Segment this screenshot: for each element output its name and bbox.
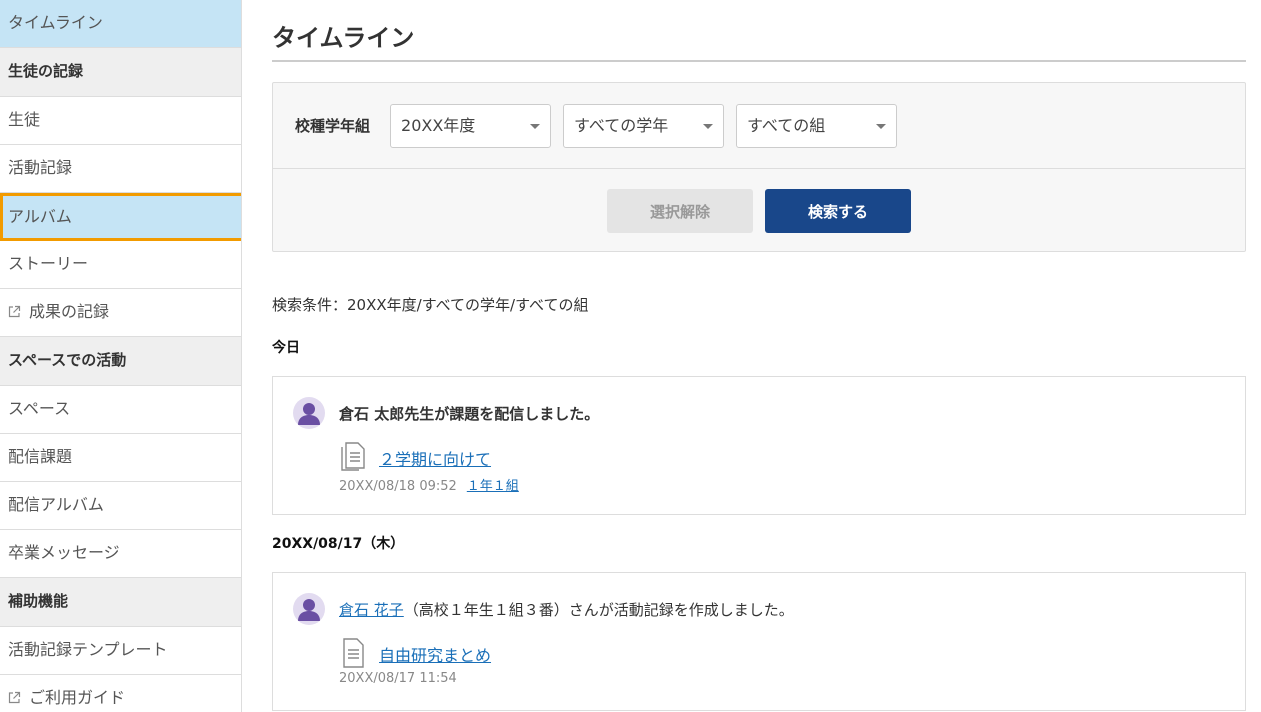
sidebar-item-label: 活動記録	[8, 158, 73, 177]
sidebar-item-graduation-message[interactable]: 卒業メッセージ	[0, 530, 241, 578]
sidebar-item-label: ストーリー	[8, 254, 89, 273]
sidebar-item-timeline[interactable]: タイムライン	[0, 0, 241, 48]
class-select-value: すべての組	[747, 115, 826, 135]
activity-record-link[interactable]: 自由研究まとめ	[379, 642, 491, 666]
search-filter-row: 校種学年組 20XX年度 すべての学年 すべての組	[273, 83, 1245, 169]
sidebar-item-achievements[interactable]: 成果の記録	[0, 289, 241, 337]
sidebar-item-label: 成果の記録	[29, 302, 110, 321]
entry-meta: 20XX/08/17 11:54	[339, 671, 457, 686]
avatar	[293, 397, 325, 429]
sidebar-section-space-activities: スペースでの活動	[0, 337, 241, 386]
sidebar-item-distributed-tasks[interactable]: 配信課題	[0, 434, 241, 482]
chevron-down-icon	[876, 123, 887, 129]
sidebar-section-label: 補助機能	[8, 592, 69, 610]
sidebar-item-label: タイムライン	[8, 13, 103, 32]
entry-timestamp: 20XX/08/18 09:52	[339, 479, 457, 494]
sidebar-item-label: 配信アルバム	[8, 495, 104, 514]
person-icon	[298, 403, 320, 425]
student-link[interactable]: 倉石 花子	[339, 601, 404, 619]
sidebar-item-label: 活動記録テンプレート	[8, 640, 168, 659]
document-icon	[343, 638, 364, 668]
clear-selection-button[interactable]: 選択解除	[607, 189, 753, 233]
page-title: タイムライン	[272, 0, 1246, 62]
search-conditions: 検索条件：20XX年度/すべての学年/すべての組	[272, 296, 589, 314]
class-select[interactable]: すべての組	[736, 103, 898, 148]
search-panel: 校種学年組 20XX年度 すべての学年 すべての組 選択解除 検索する	[272, 82, 1246, 252]
entry-text: 倉石 花子（高校１年生１組３番）さんが活動記録を作成しました。	[339, 599, 794, 620]
sidebar-section-label: スペースでの活動	[8, 351, 127, 369]
task-link[interactable]: ２学期に向けて	[379, 446, 491, 470]
sidebar-section-label: 生徒の記録	[8, 62, 84, 80]
external-link-icon	[8, 305, 21, 318]
sidebar-section-student-records: 生徒の記録	[0, 48, 241, 97]
sidebar-item-label: スペース	[8, 399, 71, 418]
entry-text: 倉石 太郎先生が課題を配信しました。	[339, 403, 599, 424]
entry-message: （高校１年生１組３番）さんが活動記録を作成しました。	[403, 601, 794, 619]
documents-icon	[341, 442, 365, 471]
entry-meta: 20XX/08/18 09:52 １年１組	[339, 475, 519, 494]
date-heading: 20XX/08/17（木）	[272, 536, 405, 552]
avatar	[293, 593, 325, 625]
grade-select[interactable]: すべての学年	[563, 103, 725, 148]
timeline-entry: 倉石 太郎先生が課題を配信しました。 ２学期に向けて 20XX/08/18 09…	[272, 376, 1246, 515]
sidebar-item-activity-records[interactable]: 活動記録	[0, 145, 241, 193]
school-grade-class-label: 校種学年組	[295, 117, 371, 135]
sidebar-item-distributed-album[interactable]: 配信アルバム	[0, 482, 241, 530]
chevron-down-icon	[703, 123, 714, 129]
chevron-down-icon	[530, 123, 541, 129]
sidebar-item-students[interactable]: 生徒	[0, 97, 241, 145]
sidebar: タイムライン 生徒の記録 生徒 活動記録 アルバム ストーリー 成果の記録 スペ…	[0, 0, 242, 712]
sidebar-item-label: 生徒	[8, 110, 41, 129]
sidebar-item-space[interactable]: スペース	[0, 386, 241, 434]
year-select-value: 20XX年度	[401, 115, 476, 135]
sidebar-item-story[interactable]: ストーリー	[0, 241, 241, 289]
timeline-entry: 倉石 花子（高校１年生１組３番）さんが活動記録を作成しました。 自由研究まとめ …	[272, 572, 1246, 711]
sidebar-item-label: ご利用ガイド	[29, 688, 126, 707]
person-icon	[298, 599, 320, 621]
year-select[interactable]: 20XX年度	[390, 103, 552, 148]
class-link[interactable]: １年１組	[467, 479, 519, 494]
main-content: タイムライン 校種学年組 20XX年度 すべての学年 すべての組 選択解除 検索…	[272, 0, 1246, 711]
sidebar-item-label: 卒業メッセージ	[8, 543, 120, 562]
sidebar-item-activity-template[interactable]: 活動記録テンプレート	[0, 627, 241, 675]
sidebar-item-album[interactable]: アルバム	[0, 193, 241, 241]
entry-timestamp: 20XX/08/17 11:54	[339, 671, 457, 686]
sidebar-section-support: 補助機能	[0, 578, 241, 627]
sidebar-item-label: 配信課題	[8, 447, 73, 466]
search-button-row: 選択解除 検索する	[273, 169, 1245, 253]
entry-message: 倉石 太郎先生が課題を配信しました。	[339, 405, 600, 423]
date-heading: 今日	[272, 340, 300, 356]
grade-select-value: すべての学年	[574, 115, 669, 135]
external-link-icon	[8, 691, 21, 704]
search-button[interactable]: 検索する	[765, 189, 911, 233]
sidebar-item-label: アルバム	[8, 207, 72, 226]
sidebar-item-user-guide[interactable]: ご利用ガイド	[0, 675, 241, 712]
